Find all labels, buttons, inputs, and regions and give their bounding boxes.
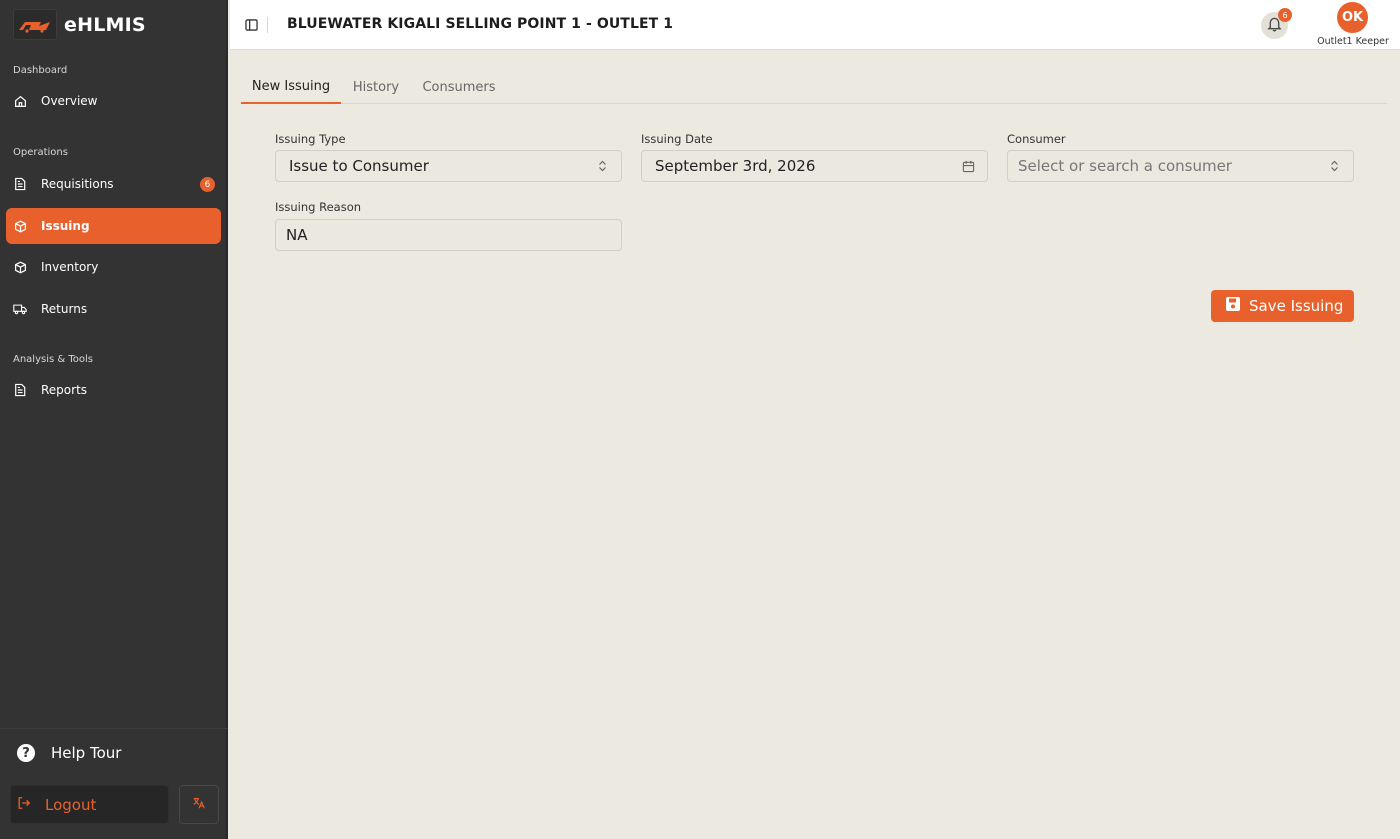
sidebar-item-label: Reports <box>41 383 88 397</box>
chevrons-up-down-icon <box>595 159 609 173</box>
truck-logo-icon <box>13 9 57 40</box>
logout-icon <box>17 796 31 814</box>
brand-name: eHLMIS <box>64 13 146 36</box>
sidebar-item-label: Requisitions <box>41 177 114 191</box>
tab-history[interactable]: History <box>345 70 407 104</box>
issuing-reason-input[interactable]: NA <box>275 219 622 251</box>
sidebar-item-label: Returns <box>41 302 88 316</box>
save-issuing-label: Save Issuing <box>1249 297 1344 315</box>
topbar: BLUEWATER KIGALI SELLING POINT 1 - OUTLE… <box>230 0 1400 50</box>
sidebar-divider <box>0 728 228 729</box>
sidebar: eHLMIS Dashboard Overview Operations Req… <box>0 0 228 839</box>
sidebar-item-reports[interactable]: Reports <box>6 372 221 408</box>
notification-count-badge: 6 <box>1278 8 1292 22</box>
sidebar-item-label: Issuing <box>41 219 90 233</box>
logout-label: Logout <box>45 795 97 814</box>
tab-new-issuing[interactable]: New Issuing <box>241 70 341 104</box>
sidebar-item-requisitions[interactable]: Requisitions 6 <box>6 166 221 202</box>
issuing-date-picker[interactable]: September 3rd, 2026 <box>641 150 988 182</box>
topbar-separator <box>267 17 268 33</box>
help-tour-button[interactable]: ? Help Tour <box>17 744 121 762</box>
tab-consumers[interactable]: Consumers <box>417 70 501 104</box>
sidebar-item-overview[interactable]: Overview <box>6 83 221 119</box>
sidebar-item-issuing[interactable]: Issuing <box>6 208 221 244</box>
truck-icon <box>13 302 27 316</box>
sidebar-item-returns[interactable]: Returns <box>6 291 221 327</box>
sidebar-item-inventory[interactable]: Inventory <box>6 249 221 285</box>
page-title: BLUEWATER KIGALI SELLING POINT 1 - OUTLE… <box>287 16 674 32</box>
help-tour-label: Help Tour <box>51 744 122 762</box>
translate-icon <box>192 795 206 814</box>
question-circle-icon: ? <box>17 744 35 762</box>
sidebar-toggle-button[interactable] <box>242 16 260 34</box>
requisitions-count-badge: 6 <box>200 177 215 192</box>
consumer-placeholder: Select or search a consumer <box>1018 157 1232 175</box>
issuing-type-label: Issuing Type <box>275 132 346 146</box>
save-issuing-button[interactable]: Save Issuing <box>1211 290 1354 322</box>
section-label-analysis-tools: Analysis & Tools <box>13 354 93 365</box>
issuing-reason-label: Issuing Reason <box>275 200 362 214</box>
save-icon <box>1225 296 1241 316</box>
issuing-date-label: Issuing Date <box>641 132 713 146</box>
sidebar-item-label: Inventory <box>41 260 99 274</box>
user-name: Outlet1 Keeper <box>1317 36 1389 47</box>
issuing-date-value: September 3rd, 2026 <box>655 157 816 175</box>
language-button[interactable] <box>179 785 219 824</box>
box-icon <box>13 260 27 274</box>
document-icon <box>13 383 27 397</box>
box-icon <box>13 219 27 233</box>
section-label-operations: Operations <box>13 147 68 158</box>
sidebar-item-label: Overview <box>41 94 98 108</box>
issuing-type-select[interactable]: Issue to Consumer <box>275 150 622 182</box>
chevrons-up-down-icon <box>1327 159 1341 173</box>
section-label-dashboard: Dashboard <box>13 65 68 76</box>
document-icon <box>13 177 27 191</box>
tab-bar: New Issuing History Consumers <box>241 70 1387 104</box>
avatar[interactable]: OK <box>1337 2 1368 33</box>
logout-button[interactable]: Logout <box>10 785 169 824</box>
panel-left-icon <box>244 16 258 35</box>
home-icon <box>13 94 27 108</box>
consumer-select[interactable]: Select or search a consumer <box>1007 150 1354 182</box>
consumer-label: Consumer <box>1007 132 1066 146</box>
brand[interactable]: eHLMIS <box>13 9 146 40</box>
calendar-icon <box>961 159 975 173</box>
issuing-type-value: Issue to Consumer <box>289 157 429 175</box>
